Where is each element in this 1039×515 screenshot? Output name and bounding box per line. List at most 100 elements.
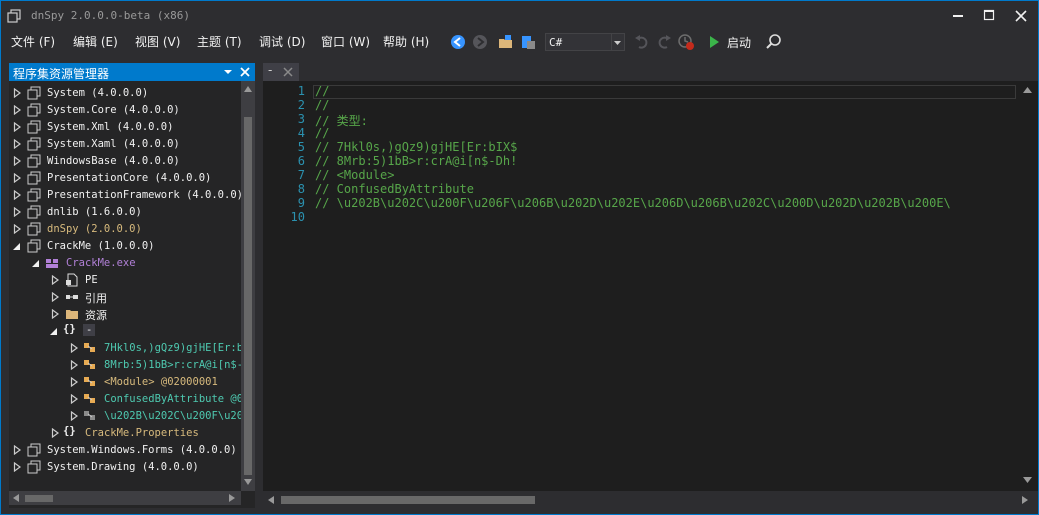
tree-item-system-xaml[interactable]: System.Xaml (4.0.0.0) bbox=[9, 136, 241, 153]
tree-vertical-scrollbar[interactable] bbox=[241, 81, 255, 491]
menu-window[interactable]: 窗口 (W) bbox=[321, 33, 370, 50]
tree-item-crackme[interactable]: CrackMe (1.0.0.0) bbox=[9, 238, 241, 255]
tree-item-system-windows-forms[interactable]: System.Windows.Forms (4.0.0.0) bbox=[9, 442, 241, 459]
redo-icon[interactable] bbox=[655, 33, 673, 51]
expand-arrow-icon[interactable] bbox=[13, 462, 22, 472]
expand-arrow-icon[interactable] bbox=[51, 292, 60, 302]
expand-arrow-icon[interactable] bbox=[13, 445, 22, 455]
scroll-up-icon[interactable] bbox=[244, 86, 252, 92]
tree-item-references[interactable]: 引用 bbox=[9, 289, 241, 306]
tree-item-system[interactable]: System (4.0.0.0) bbox=[9, 85, 241, 102]
maximize-icon bbox=[983, 9, 995, 21]
tree-item-namespace-empty[interactable]: {} - bbox=[9, 323, 241, 340]
code-line[interactable]: // bbox=[315, 84, 329, 98]
expand-arrow-icon[interactable] bbox=[13, 88, 22, 98]
code-line[interactable]: // 8Mrb:5)1bB>r:crA@i[n$-Dh! bbox=[315, 154, 517, 168]
scrollbar-thumb[interactable] bbox=[244, 117, 252, 475]
tree-item-class-1[interactable]: 7Hkl0s,)gQz9)gjHE[Er:bI bbox=[9, 340, 249, 357]
minimize-button[interactable] bbox=[943, 3, 973, 29]
tree-item-presentationframework[interactable]: PresentationFramework (4.0.0.0) bbox=[9, 187, 243, 204]
expand-arrow-icon[interactable] bbox=[13, 156, 22, 166]
collapse-arrow-icon[interactable] bbox=[49, 326, 58, 336]
tree-horizontal-scrollbar[interactable] bbox=[9, 491, 241, 505]
tree-item-confused-attribute[interactable]: ConfusedByAttribute @02 bbox=[9, 391, 249, 408]
scroll-down-icon[interactable] bbox=[244, 479, 252, 485]
code-line[interactable]: // bbox=[315, 98, 329, 112]
menu-help[interactable]: 帮助 (H) bbox=[383, 33, 429, 50]
clock-stop-icon[interactable] bbox=[677, 33, 695, 51]
expand-arrow-icon[interactable] bbox=[51, 309, 60, 319]
close-icon[interactable] bbox=[239, 66, 251, 78]
code-editor[interactable]: 1 // 2 // 3 // 类型: 4 // 5 // 7Hkl0s,)gQz… bbox=[263, 81, 1038, 508]
expand-arrow-icon[interactable] bbox=[51, 275, 60, 285]
tree-item-crackme-exe[interactable]: CrackMe.exe bbox=[9, 255, 241, 272]
expand-arrow-icon[interactable] bbox=[13, 224, 22, 234]
tree-item-dnspy[interactable]: dnSpy (2.0.0.0) bbox=[9, 221, 241, 238]
expand-arrow-icon[interactable] bbox=[70, 360, 79, 370]
expand-arrow-icon[interactable] bbox=[70, 343, 79, 353]
expand-arrow-icon[interactable] bbox=[13, 173, 22, 183]
assembly-tree[interactable]: System (4.0.0.0) System.Core (4.0.0.0) S… bbox=[9, 81, 255, 508]
scroll-right-icon[interactable] bbox=[1022, 496, 1028, 504]
code-line[interactable]: // 7Hkl0s,)gQz9)gjHE[Er:bIX$ bbox=[315, 140, 517, 154]
tree-item-system-core[interactable]: System.Core (4.0.0.0) bbox=[9, 102, 241, 119]
editor-tab[interactable]: - bbox=[263, 63, 299, 81]
editor-vertical-scrollbar[interactable] bbox=[1018, 81, 1038, 491]
expand-arrow-icon[interactable] bbox=[13, 190, 22, 200]
tree-item-label: System (4.0.0.0) bbox=[47, 87, 149, 99]
search-icon[interactable] bbox=[765, 33, 783, 51]
tree-item-crackme-properties[interactable]: {} CrackMe.Properties bbox=[9, 425, 241, 442]
expand-arrow-icon[interactable] bbox=[13, 207, 22, 217]
tree-item-system-xml[interactable]: System.Xml (4.0.0.0) bbox=[9, 119, 241, 136]
chevron-down-icon[interactable] bbox=[223, 67, 233, 77]
language-select[interactable]: C# bbox=[545, 33, 625, 51]
expand-arrow-icon[interactable] bbox=[51, 428, 60, 438]
collapse-arrow-icon[interactable] bbox=[31, 258, 40, 268]
expand-arrow-icon[interactable] bbox=[70, 394, 79, 404]
forward-icon[interactable] bbox=[471, 33, 489, 51]
start-icon[interactable] bbox=[705, 33, 723, 51]
tree-item-class-2[interactable]: 8Mrb:5)1bB>r:crA@i[n$-I bbox=[9, 357, 249, 374]
expand-arrow-icon[interactable] bbox=[70, 411, 79, 421]
maximize-button[interactable] bbox=[974, 3, 1004, 29]
tree-item-module-class[interactable]: <Module> @02000001 bbox=[9, 374, 241, 391]
scrollbar-thumb[interactable] bbox=[25, 495, 53, 502]
code-line[interactable]: // ConfusedByAttribute bbox=[315, 182, 474, 196]
start-button[interactable]: 启动 bbox=[727, 34, 751, 51]
tree-item-system-drawing[interactable]: System.Drawing (4.0.0.0) bbox=[9, 459, 241, 476]
menu-edit[interactable]: 编辑 (E) bbox=[73, 33, 118, 50]
undo-icon[interactable] bbox=[633, 33, 651, 51]
open-list-icon[interactable] bbox=[519, 33, 537, 51]
close-icon[interactable] bbox=[283, 67, 293, 77]
expand-arrow-icon[interactable] bbox=[13, 105, 22, 115]
editor-horizontal-scrollbar[interactable] bbox=[263, 491, 1038, 508]
back-icon[interactable] bbox=[449, 33, 467, 51]
menu-debug[interactable]: 调试 (D) bbox=[259, 33, 305, 50]
scroll-left-icon[interactable] bbox=[268, 496, 274, 504]
expand-arrow-icon[interactable] bbox=[13, 139, 22, 149]
menu-file[interactable]: 文件 (F) bbox=[11, 33, 55, 50]
code-line[interactable]: // \u202B\u202C\u200F\u206F\u206B\u202D\… bbox=[315, 196, 951, 210]
scroll-down-icon[interactable] bbox=[1023, 477, 1032, 483]
scroll-up-icon[interactable] bbox=[1023, 87, 1032, 93]
tree-item-pe[interactable]: PE bbox=[9, 272, 241, 289]
tree-item-presentationcore[interactable]: PresentationCore (4.0.0.0) bbox=[9, 170, 241, 187]
code-line[interactable]: // <Module> bbox=[315, 168, 394, 182]
expand-arrow-icon[interactable] bbox=[70, 377, 79, 387]
tree-item-unicode-class[interactable]: \u202B\u202C\u200F\u206 bbox=[9, 408, 249, 425]
menu-view[interactable]: 视图 (V) bbox=[135, 33, 180, 50]
title-bar[interactable]: dnSpy 2.0.0.0-beta (x86) bbox=[1, 1, 1038, 31]
menu-theme[interactable]: 主题 (T) bbox=[197, 33, 242, 50]
code-line[interactable]: // bbox=[315, 126, 329, 140]
tree-item-dnlib[interactable]: dnlib (1.6.0.0) bbox=[9, 204, 241, 221]
scrollbar-thumb[interactable] bbox=[281, 496, 535, 504]
tree-item-windowsbase[interactable]: WindowsBase (4.0.0.0) bbox=[9, 153, 241, 170]
tree-item-resources[interactable]: 资源 bbox=[9, 306, 241, 323]
close-button[interactable] bbox=[1006, 3, 1036, 29]
scroll-right-icon[interactable] bbox=[229, 494, 235, 502]
collapse-arrow-icon[interactable] bbox=[12, 241, 21, 251]
open-folder-icon[interactable] bbox=[497, 33, 515, 51]
scroll-left-icon[interactable] bbox=[13, 494, 19, 502]
expand-arrow-icon[interactable] bbox=[13, 122, 22, 132]
chevron-down-icon[interactable] bbox=[611, 34, 624, 50]
